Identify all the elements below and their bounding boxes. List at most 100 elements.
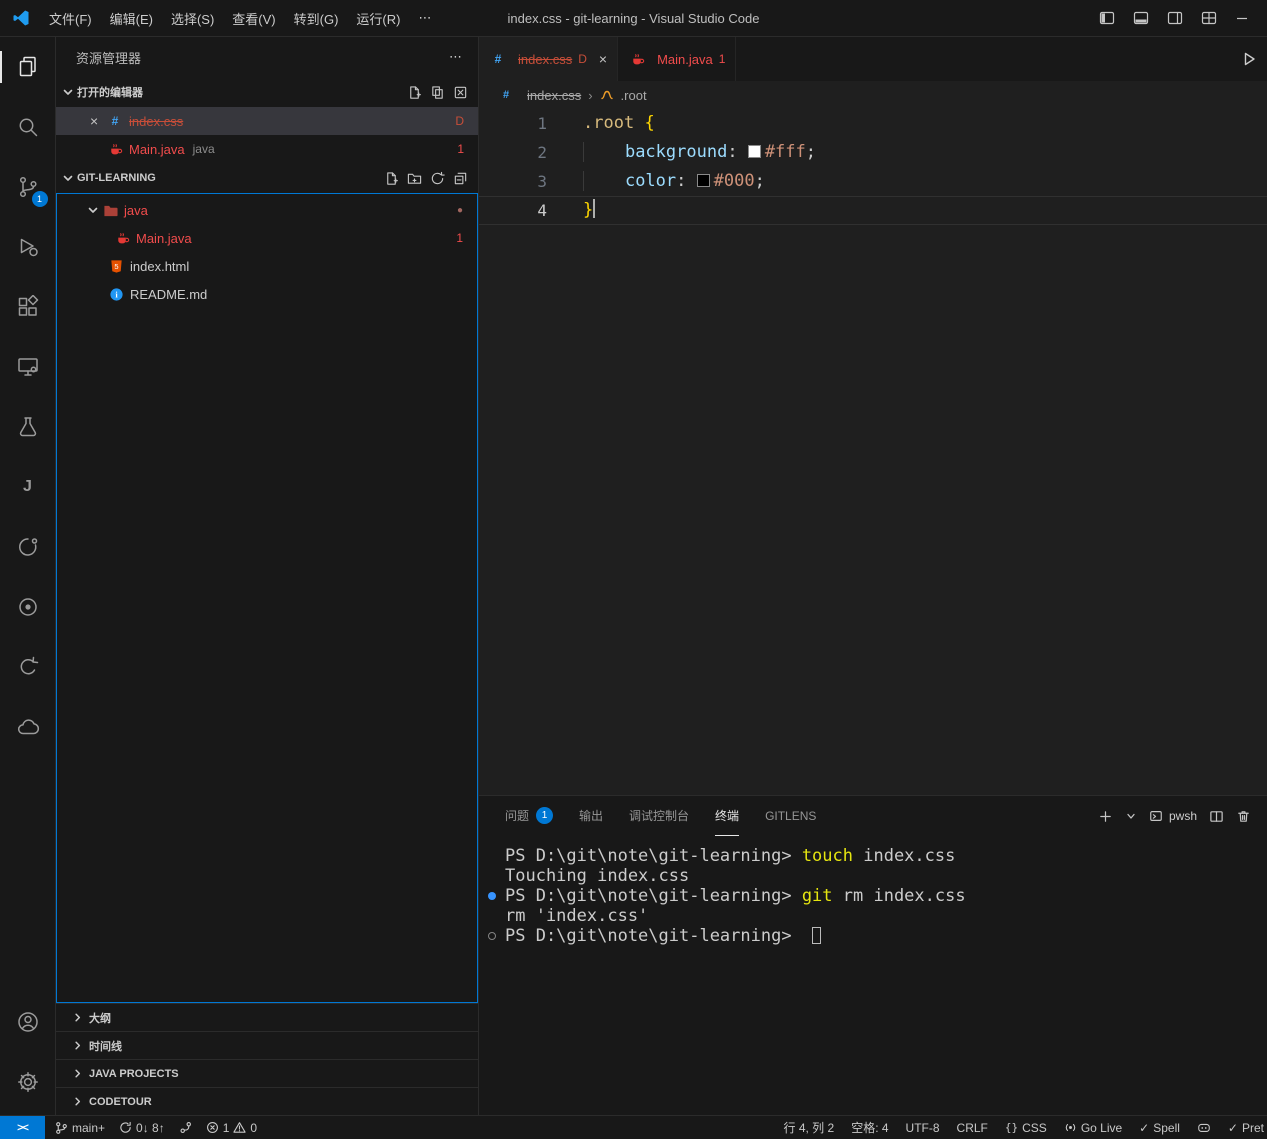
gradle-icon[interactable] bbox=[0, 523, 56, 571]
svg-text:5: 5 bbox=[114, 261, 118, 270]
extensions-icon[interactable] bbox=[0, 283, 56, 331]
chevron-right-icon bbox=[72, 1096, 83, 1107]
section-outline[interactable]: 大纲 bbox=[56, 1003, 478, 1031]
section-java-projects[interactable]: JAVA PROJECTS bbox=[56, 1059, 478, 1087]
language-mode-item[interactable]: {} CSS bbox=[1005, 1121, 1047, 1135]
git-branch-item[interactable]: main+ bbox=[55, 1121, 105, 1135]
minimize-icon[interactable] bbox=[1235, 11, 1249, 25]
sidebar-title: 资源管理器 bbox=[76, 48, 141, 67]
account-icon[interactable] bbox=[0, 998, 56, 1046]
java-extension-icon[interactable]: J bbox=[0, 463, 56, 511]
prettier-item[interactable]: ✓ Pret bbox=[1228, 1121, 1264, 1135]
new-untitled-file-icon[interactable] bbox=[407, 85, 422, 100]
menu-goto[interactable]: 转到(G) bbox=[285, 4, 348, 33]
git-graph-item[interactable] bbox=[179, 1121, 192, 1134]
sidebar-more-icon[interactable]: ⋯ bbox=[449, 49, 464, 65]
breadcrumb-symbol[interactable]: .root bbox=[621, 88, 647, 103]
indentation-item[interactable]: 空格: 4 bbox=[851, 1119, 888, 1136]
open-editor-index-css[interactable]: × # index.css D bbox=[56, 107, 478, 135]
tree-item-index-html[interactable]: 5 index.html bbox=[57, 252, 477, 280]
status-bar: >< main+ 0↓ 8↑ 1 0 行 4, 列 2 空格: 4 UTF-8 … bbox=[0, 1115, 1267, 1139]
explorer-icon[interactable] bbox=[0, 43, 56, 91]
run-button[interactable] bbox=[1241, 51, 1257, 67]
chevron-right-icon bbox=[72, 1012, 83, 1023]
menu-run[interactable]: 运行(R) bbox=[347, 4, 409, 33]
close-icon[interactable]: × bbox=[599, 51, 607, 67]
run-debug-icon[interactable] bbox=[0, 223, 56, 271]
refresh-icon[interactable] bbox=[430, 171, 445, 186]
toggle-secondary-sidebar-icon[interactable] bbox=[1167, 10, 1183, 26]
tree-item-readme-md[interactable]: i README.md bbox=[57, 280, 477, 308]
testing-icon[interactable] bbox=[0, 403, 56, 451]
warning-icon bbox=[233, 1121, 246, 1134]
docker-icon[interactable] bbox=[0, 703, 56, 751]
problems-item[interactable]: 1 0 bbox=[206, 1121, 257, 1135]
kill-terminal-icon[interactable] bbox=[1236, 809, 1251, 824]
git-sync-item[interactable]: 0↓ 8↑ bbox=[119, 1121, 165, 1135]
terminal-dropdown-icon[interactable] bbox=[1125, 810, 1137, 822]
project-section-header[interactable]: GIT-LEARNING bbox=[56, 163, 478, 193]
panel-tab-gitlens[interactable]: GITLENS bbox=[765, 796, 816, 836]
folder-icon bbox=[101, 203, 119, 218]
open-editors-header[interactable]: 打开的编辑器 bbox=[56, 77, 478, 107]
file-name: index.html bbox=[130, 259, 189, 274]
folder-name: java bbox=[124, 203, 148, 218]
section-timeline[interactable]: 时间线 bbox=[56, 1031, 478, 1059]
explorer-sidebar: 资源管理器 ⋯ 打开的编辑器 × # index.css D Main.java… bbox=[56, 37, 479, 1115]
open-brace-token: { bbox=[644, 113, 654, 133]
menu-selection[interactable]: 选择(S) bbox=[162, 4, 223, 33]
tab-index-css[interactable]: # index.css D × bbox=[479, 37, 618, 81]
search-icon[interactable] bbox=[0, 103, 56, 151]
open-editor-main-java[interactable]: Main.java java 1 bbox=[56, 135, 478, 163]
tree-item-main-java[interactable]: Main.java 1 bbox=[57, 224, 477, 252]
close-icon[interactable]: × bbox=[90, 113, 106, 129]
new-terminal-icon[interactable] bbox=[1098, 809, 1113, 824]
css-property-token: background bbox=[625, 142, 727, 162]
encoding-item[interactable]: UTF-8 bbox=[906, 1121, 940, 1135]
terminal-output[interactable]: PS D:\git\note\git-learning> touch index… bbox=[479, 836, 1267, 1115]
line-number: 3 bbox=[479, 172, 563, 191]
new-folder-icon[interactable] bbox=[407, 171, 422, 186]
line-number: 4 bbox=[479, 201, 563, 220]
tab-main-java[interactable]: Main.java 1 bbox=[618, 37, 736, 81]
breadcrumb-file[interactable]: index.css bbox=[527, 88, 581, 103]
toggle-sidebar-icon[interactable] bbox=[1099, 10, 1115, 26]
customize-layout-icon[interactable] bbox=[1201, 10, 1217, 26]
menu-file[interactable]: 文件(F) bbox=[40, 4, 101, 33]
terminal-profile[interactable]: pwsh bbox=[1149, 809, 1197, 823]
menu-view[interactable]: 查看(V) bbox=[223, 4, 284, 33]
toggle-panel-icon[interactable] bbox=[1133, 10, 1149, 26]
css-file-icon: # bbox=[106, 114, 124, 128]
spell-checker-item[interactable]: ✓ Spell bbox=[1139, 1121, 1180, 1135]
menu-edit[interactable]: 编辑(E) bbox=[101, 4, 162, 33]
split-terminal-icon[interactable] bbox=[1209, 809, 1224, 824]
remote-explorer-icon[interactable] bbox=[0, 343, 56, 391]
panel-tab-output[interactable]: 输出 bbox=[579, 796, 603, 836]
panel-tab-problems[interactable]: 问题 1 bbox=[505, 796, 553, 836]
indent-guide bbox=[583, 171, 625, 191]
remote-indicator[interactable]: >< bbox=[0, 1116, 45, 1139]
save-all-icon[interactable] bbox=[430, 85, 445, 100]
code-editor[interactable]: 1.root { 2 background: #fff; 3 color: #0… bbox=[479, 109, 1267, 795]
chevron-down-icon bbox=[62, 172, 74, 184]
go-live-item[interactable]: Go Live bbox=[1064, 1121, 1122, 1135]
collapse-all-icon[interactable] bbox=[453, 171, 468, 186]
target-icon[interactable] bbox=[0, 583, 56, 631]
eol-item[interactable]: CRLF bbox=[957, 1121, 988, 1135]
source-control-icon[interactable]: 1 bbox=[0, 163, 56, 211]
panel-tab-debug-console[interactable]: 调试控制台 bbox=[629, 796, 689, 836]
codetour-icon[interactable] bbox=[0, 643, 56, 691]
java-file-icon bbox=[113, 231, 131, 246]
copilot-item[interactable] bbox=[1197, 1121, 1211, 1134]
settings-gear-icon[interactable] bbox=[0, 1058, 56, 1106]
new-file-icon[interactable] bbox=[384, 171, 399, 186]
close-all-icon[interactable] bbox=[453, 85, 468, 100]
cursor-position-item[interactable]: 行 4, 列 2 bbox=[784, 1119, 835, 1136]
menu-more-icon[interactable]: ⋯ bbox=[409, 5, 440, 31]
section-codetour[interactable]: CODETOUR bbox=[56, 1087, 478, 1115]
tree-item-java-folder[interactable]: java ● bbox=[57, 196, 477, 224]
color-swatch-white[interactable] bbox=[748, 145, 761, 158]
panel-tab-terminal[interactable]: 终端 bbox=[715, 796, 739, 836]
color-swatch-black[interactable] bbox=[697, 174, 710, 187]
file-name: Main.java bbox=[129, 142, 185, 157]
